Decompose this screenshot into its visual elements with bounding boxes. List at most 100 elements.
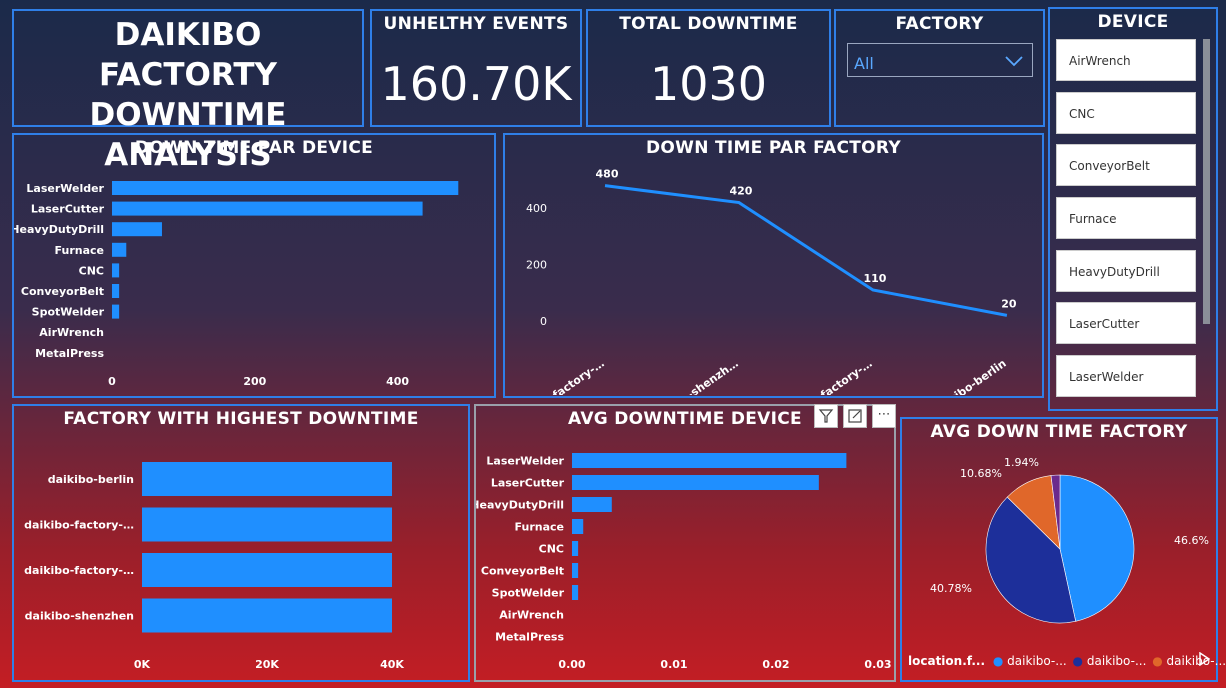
- chart-title: FACTORY WITH HIGHEST DOWNTIME: [63, 409, 419, 429]
- avg-downtime-factory-svg: 46.6% 40.78% 10.68%1.94%: [930, 456, 1209, 624]
- chevron-down-icon: [1005, 56, 1023, 67]
- y-tick-label: 200: [526, 259, 547, 272]
- avg-downtime-device-chart[interactable]: AVG DOWNTIME DEVICE ⋯ LaserWelder LaserCu…: [474, 404, 896, 682]
- title-panel: DAIKIBO FACTORTY DOWNTIME ANALYSIS: [12, 9, 364, 173]
- category-label: MetalPress: [495, 631, 564, 644]
- avg-downtime-factory-chart: AVG DOWN TIME FACTORY 46.6% 40.78% 10.68% 1…: [900, 417, 1226, 682]
- bar: [142, 507, 392, 542]
- data-label: 20: [1001, 297, 1017, 310]
- x-tick-label: 0: [108, 375, 116, 388]
- kpi-downtime-card: TOTAL DOWNTIME 1030: [586, 9, 831, 127]
- slicer-scrollbar[interactable]: [1203, 39, 1210, 324]
- device-item-cnc[interactable]: CNC: [1056, 92, 1196, 134]
- category-label: HeavyDutyDrill: [14, 223, 104, 236]
- category-label: CNC: [79, 264, 104, 277]
- bar: [142, 598, 392, 633]
- legend-title: location.f...: [908, 654, 986, 668]
- category-label: daikibo-shenzhen: [25, 610, 134, 623]
- category-label: LaserCutter: [31, 203, 105, 216]
- x-tick-label: 400: [386, 375, 409, 388]
- bar: [112, 284, 120, 298]
- kpi-downtime-value: 1030: [649, 57, 768, 111]
- downtime-device-chart: DOWN TIME PAR DEVICE LaserWelder LaserCut…: [12, 133, 496, 398]
- category-label: AirWrench: [499, 609, 564, 622]
- category-label: Furnace: [515, 521, 564, 534]
- category-label: HeavyDutyDrill: [476, 499, 564, 512]
- device-slicer: DEVICE AirWrench CNC ConveyorBelt Furnac…: [1048, 7, 1218, 411]
- factory-dropdown-value: All: [854, 54, 874, 73]
- category-label: ConveyorBelt: [21, 285, 104, 298]
- factory-slicer-label: FACTORY: [895, 14, 984, 34]
- kpi-unhealthy-value: 160.70K: [380, 57, 572, 111]
- device-slicer-label: DEVICE: [1097, 12, 1169, 32]
- bar: [572, 453, 847, 468]
- downtime-factory-svg: 0 200 400 480 420 110 20 daikibo-factory-… daiki…: [509, 168, 1017, 395]
- x-tick-label: 0.00: [558, 658, 585, 671]
- bar: [572, 585, 579, 600]
- category-label: CNC: [539, 543, 564, 556]
- kpi-unhealthy-card: UNHELTHY EVENTS 160.70K: [370, 9, 582, 127]
- bar: [572, 563, 579, 578]
- x-tick-label: 0K: [134, 658, 151, 671]
- legend-item: ● daikibo-...: [1072, 654, 1147, 668]
- bar: [112, 263, 120, 278]
- chart-title: DOWN TIME PAR FACTORY: [645, 138, 901, 158]
- device-item-laserwelder[interactable]: LaserWelder: [1056, 355, 1196, 397]
- category-label: AirWrench: [39, 326, 104, 339]
- bar: [572, 497, 612, 512]
- filter-icon[interactable]: [813, 404, 838, 428]
- device-item-lasercutter[interactable]: LaserCutter: [1056, 302, 1196, 344]
- bar: [112, 181, 459, 195]
- legend-item: ● daikibo-...: [1152, 654, 1226, 668]
- pie-legend: location.f... ● daikibo-... ● daikibo-..…: [908, 654, 1226, 668]
- downtime-factory-chart: DOWN TIME PAR FACTORY 0 200 400 480 420 110 20…: [503, 133, 1044, 398]
- x-tick-label: 40K: [380, 658, 404, 671]
- category-label: LaserWelder: [486, 455, 564, 468]
- downtime-device-svg: LaserWelder LaserCutter HeavyDutyDrill Furn…: [14, 181, 459, 388]
- bar: [572, 519, 584, 534]
- category-label: MetalPress: [35, 347, 104, 360]
- slice-label: 40.78%: [930, 582, 972, 595]
- device-item-heavydutydrill[interactable]: HeavyDutyDrill: [1056, 250, 1196, 292]
- avg-downtime-device-svg: LaserWelder LaserCutter HeavyDutyDrill Furn…: [476, 453, 892, 671]
- category-label: SpotWelder: [492, 587, 565, 600]
- device-item-furnace[interactable]: Furnace: [1056, 197, 1196, 239]
- chart-title: AVG DOWN TIME FACTORY: [930, 422, 1188, 442]
- legend-item: ● daikibo-...: [992, 654, 1067, 668]
- category-label: daikibo-factory-…: [24, 519, 134, 532]
- data-label: 420: [729, 185, 752, 198]
- slice-label: 10.68%: [960, 467, 1002, 480]
- x-tick-label: 0.03: [864, 658, 891, 671]
- device-item-airwrench[interactable]: AirWrench: [1056, 39, 1196, 81]
- slice-label: 46.6%: [1174, 534, 1209, 547]
- kpi-downtime-label: TOTAL DOWNTIME: [619, 14, 798, 34]
- category-label: SpotWelder: [32, 306, 105, 319]
- factory-slicer: FACTORY All: [834, 9, 1045, 127]
- x-tick-label: daikibo-factory-…: [509, 357, 606, 395]
- legend-next-icon[interactable]: [1198, 652, 1210, 666]
- y-tick-label: 0: [540, 315, 547, 328]
- x-tick-label: daikibo-factory-…: [777, 357, 874, 395]
- more-options-icon[interactable]: ⋯: [872, 404, 896, 428]
- focus-mode-icon[interactable]: [842, 404, 867, 428]
- x-tick-label: daikibo-berlin: [930, 357, 1008, 395]
- data-label: 110: [863, 272, 886, 285]
- highest-downtime-chart: FACTORY WITH HIGHEST DOWNTIME daikibo-be…: [12, 404, 470, 682]
- bar: [112, 304, 120, 319]
- factory-dropdown[interactable]: All: [847, 43, 1033, 77]
- data-label: 480: [596, 168, 619, 181]
- x-tick-label: 20K: [255, 658, 279, 671]
- series-line: [604, 184, 1008, 317]
- bar: [112, 201, 423, 216]
- category-label: Furnace: [55, 244, 104, 257]
- category-label: LaserWelder: [26, 182, 104, 195]
- category-label: daikibo-berlin: [48, 473, 134, 486]
- category-label: LaserCutter: [491, 477, 565, 490]
- category-label: ConveyorBelt: [481, 565, 564, 578]
- bar: [572, 475, 819, 490]
- kpi-unhealthy-label: UNHELTHY EVENTS: [383, 14, 569, 34]
- device-item-conveyorbelt[interactable]: ConveyorBelt: [1056, 144, 1196, 186]
- highest-downtime-svg: daikibo-berlin daikibo-factory-… daikibo-f…: [24, 462, 404, 671]
- x-tick-label: 0.01: [660, 658, 687, 671]
- bar: [142, 462, 392, 496]
